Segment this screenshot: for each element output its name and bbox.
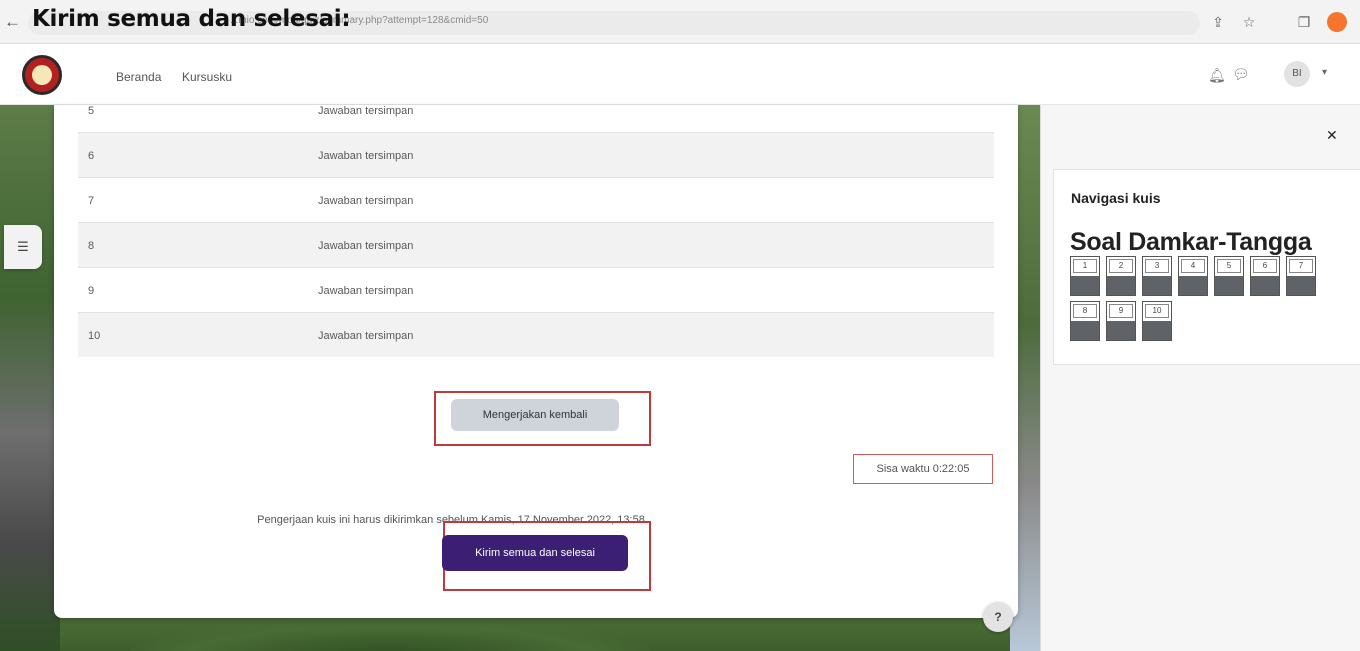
star-icon[interactable]: ☆: [1240, 13, 1258, 31]
avatar[interactable]: BI: [1284, 61, 1310, 87]
question-button-7[interactable]: 7: [1286, 256, 1316, 296]
table-row: 7 Jawaban tersimpan: [78, 177, 994, 222]
question-button-8[interactable]: 8: [1070, 301, 1100, 341]
submit-all-and-finish-button[interactable]: Kirim semua dan selesai: [442, 535, 628, 571]
table-row: 5 Jawaban tersimpan: [78, 105, 994, 132]
question-status: Jawaban tersimpan: [318, 150, 414, 162]
back-arrow-icon[interactable]: ←: [4, 12, 22, 32]
question-number: 9: [88, 285, 95, 297]
browser-toolbar: ← ...mio.com/mod/quiz/summary.php?attemp…: [0, 0, 1360, 44]
instruction-caption: Kirim semua dan selesai:: [32, 6, 351, 32]
block-title: Navigasi kuis: [1071, 190, 1161, 206]
table-row: 9 Jawaban tersimpan: [78, 267, 994, 312]
screen: ← ...mio.com/mod/quiz/summary.php?attemp…: [0, 0, 1360, 651]
question-button-5[interactable]: 5: [1214, 256, 1244, 296]
time-left-badge: Sisa waktu 0:22:05: [853, 454, 993, 484]
quiz-navigation-drawer: ✕ Navigasi kuis Soal Damkar-Tangga 1 2 3…: [1040, 105, 1360, 651]
site-logo[interactable]: [22, 55, 62, 95]
return-to-attempt-button[interactable]: Mengerjakan kembali: [451, 399, 619, 431]
question-button-4[interactable]: 4: [1178, 256, 1208, 296]
question-button-6[interactable]: 6: [1250, 256, 1280, 296]
quiz-summary-card: 5 Jawaban tersimpan 6 Jawaban tersimpan …: [54, 105, 1018, 632]
help-button[interactable]: ?: [983, 602, 1013, 632]
question-button-2[interactable]: 2: [1106, 256, 1136, 296]
course-index-toggle-icon[interactable]: ☰: [4, 225, 42, 269]
chevron-down-icon[interactable]: ▾: [1322, 67, 1327, 78]
site-navbar: Beranda Kursusku 🔔︎ 💬︎ BI ▾: [0, 45, 1360, 105]
share-icon[interactable]: ⇪: [1209, 13, 1227, 31]
question-button-1[interactable]: 1: [1070, 256, 1100, 296]
table-row: 6 Jawaban tersimpan: [78, 132, 994, 177]
question-status: Jawaban tersimpan: [318, 240, 414, 252]
bell-icon[interactable]: 🔔︎: [1208, 67, 1226, 84]
question-number: 8: [88, 240, 95, 252]
question-status: Jawaban tersimpan: [318, 330, 414, 342]
nav-link-beranda[interactable]: Beranda: [116, 70, 161, 84]
question-number: 7: [88, 195, 95, 207]
table-row: 8 Jawaban tersimpan: [78, 222, 994, 267]
nav-link-kursusku[interactable]: Kursusku: [182, 70, 232, 84]
summary-table: 5 Jawaban tersimpan 6 Jawaban tersimpan …: [78, 105, 994, 357]
chat-icon[interactable]: 💬︎: [1232, 66, 1250, 83]
question-status: Jawaban tersimpan: [318, 195, 414, 207]
question-button-9[interactable]: 9: [1106, 301, 1136, 341]
profile-icon[interactable]: [1327, 12, 1347, 32]
question-number: 6: [88, 150, 95, 162]
question-number: 10: [88, 330, 101, 342]
quiz-name: Soal Damkar-Tangga: [1070, 228, 1312, 256]
sidebar-icon[interactable]: ❐: [1295, 13, 1313, 31]
close-icon[interactable]: ✕: [1326, 127, 1338, 144]
question-status: Jawaban tersimpan: [318, 105, 414, 117]
question-number: 5: [88, 105, 95, 117]
question-button-3[interactable]: 3: [1142, 256, 1172, 296]
question-status: Jawaban tersimpan: [318, 285, 414, 297]
table-row: 10 Jawaban tersimpan: [78, 312, 994, 357]
quiz-navigation-block: Navigasi kuis Soal Damkar-Tangga 1 2 3 4…: [1053, 169, 1360, 365]
question-button-10[interactable]: 10: [1142, 301, 1172, 341]
